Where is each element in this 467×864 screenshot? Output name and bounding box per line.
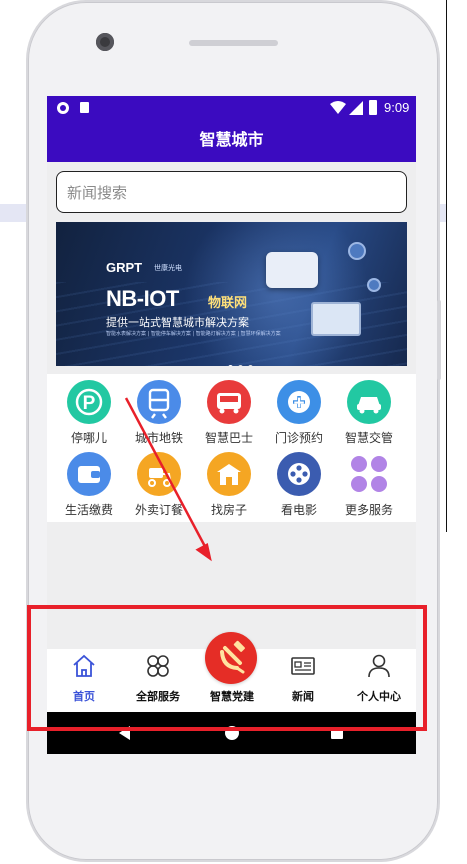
svg-text:+: + [293, 393, 304, 414]
network-node-icon [350, 244, 364, 258]
banner-brand-sub: 世康光电 [154, 264, 182, 272]
signal-icon [349, 101, 363, 115]
traffic-car-icon [347, 380, 391, 424]
service-label: 看电影 [280, 503, 317, 517]
service-item[interactable]: 生活缴费 [54, 452, 124, 522]
banner-subtitle: 提供一站式智慧城市解决方案 [106, 316, 249, 329]
phone-side-button [437, 300, 441, 380]
banner-title-cn: 物联网 [208, 296, 248, 311]
svg-text:P: P [83, 393, 96, 414]
status-bar: 9:09 [47, 96, 416, 120]
service-label: 智慧巴士 [204, 431, 253, 445]
service-label: 门诊预约 [274, 431, 323, 445]
metro-icon [137, 380, 181, 424]
service-item[interactable]: P 停哪儿 [54, 380, 124, 450]
service-label: 停哪儿 [70, 431, 107, 445]
delivery-icon [137, 452, 181, 496]
carousel-dot[interactable] [238, 365, 243, 366]
front-camera [96, 33, 114, 51]
app-title: 智慧城市 [199, 130, 264, 149]
service-label: 外卖订餐 [134, 503, 183, 517]
search-input[interactable] [65, 172, 399, 214]
service-grid: P 停哪儿 城市地铁 智慧巴士 + 门诊预约 智慧交管生活缴费 外卖订餐 找房子 看电影 更多服务 [47, 374, 416, 522]
banner-brand: GRPT [106, 260, 143, 275]
service-label: 城市地铁 [134, 431, 183, 445]
carousel-dot[interactable] [228, 365, 233, 366]
battery-icon [369, 100, 377, 115]
laptop-image [311, 302, 361, 336]
banner-carousel[interactable]: GRPT 世康光电 NB-IOT 物联网 提供一站式智慧城市解决方案 智能水表解… [56, 222, 407, 366]
parking-icon: P [67, 380, 111, 424]
wifi-icon [330, 101, 346, 114]
service-item[interactable]: 智慧交管 [334, 380, 404, 450]
service-item[interactable]: 智慧巴士 [194, 380, 264, 450]
network-node-icon [369, 280, 379, 290]
banner-fine-print: 智能水表解决方案 | 智能停车解决方案 | 智能路灯解决方案 | 智慧环保解决方… [106, 331, 281, 337]
carousel-dot[interactable] [248, 365, 253, 366]
service-label: 生活缴费 [64, 503, 113, 517]
smart-meter-image [266, 252, 318, 288]
status-time: 9:09 [384, 100, 410, 115]
app-title-bar: 智慧城市 [47, 120, 416, 162]
service-item[interactable]: + 门诊预约 [264, 380, 334, 450]
service-item[interactable]: 找房子 [194, 452, 264, 522]
service-item[interactable]: 外卖订餐 [124, 452, 194, 522]
house-icon [207, 452, 251, 496]
earpiece-speaker [189, 40, 278, 46]
search-box[interactable] [56, 171, 407, 214]
service-item[interactable]: 城市地铁 [124, 380, 194, 450]
banner-title: NB-IOT [106, 286, 179, 311]
wallet-icon [67, 452, 111, 496]
film-reel-icon [277, 452, 321, 496]
clinic-icon: + [277, 380, 321, 424]
sync-icon [57, 102, 69, 114]
service-label: 找房子 [210, 503, 247, 517]
sim-card-icon [80, 102, 89, 113]
service-label: 智慧交管 [344, 431, 393, 445]
bus-icon [207, 380, 251, 424]
service-label: 更多服务 [344, 503, 393, 517]
carousel-indicator[interactable] [228, 355, 258, 366]
service-item[interactable]: 看电影 [264, 452, 334, 522]
highlight-box [27, 605, 427, 731]
more-dots-icon [347, 452, 391, 496]
service-item[interactable]: 更多服务 [334, 452, 404, 522]
side-panel [446, 0, 467, 532]
